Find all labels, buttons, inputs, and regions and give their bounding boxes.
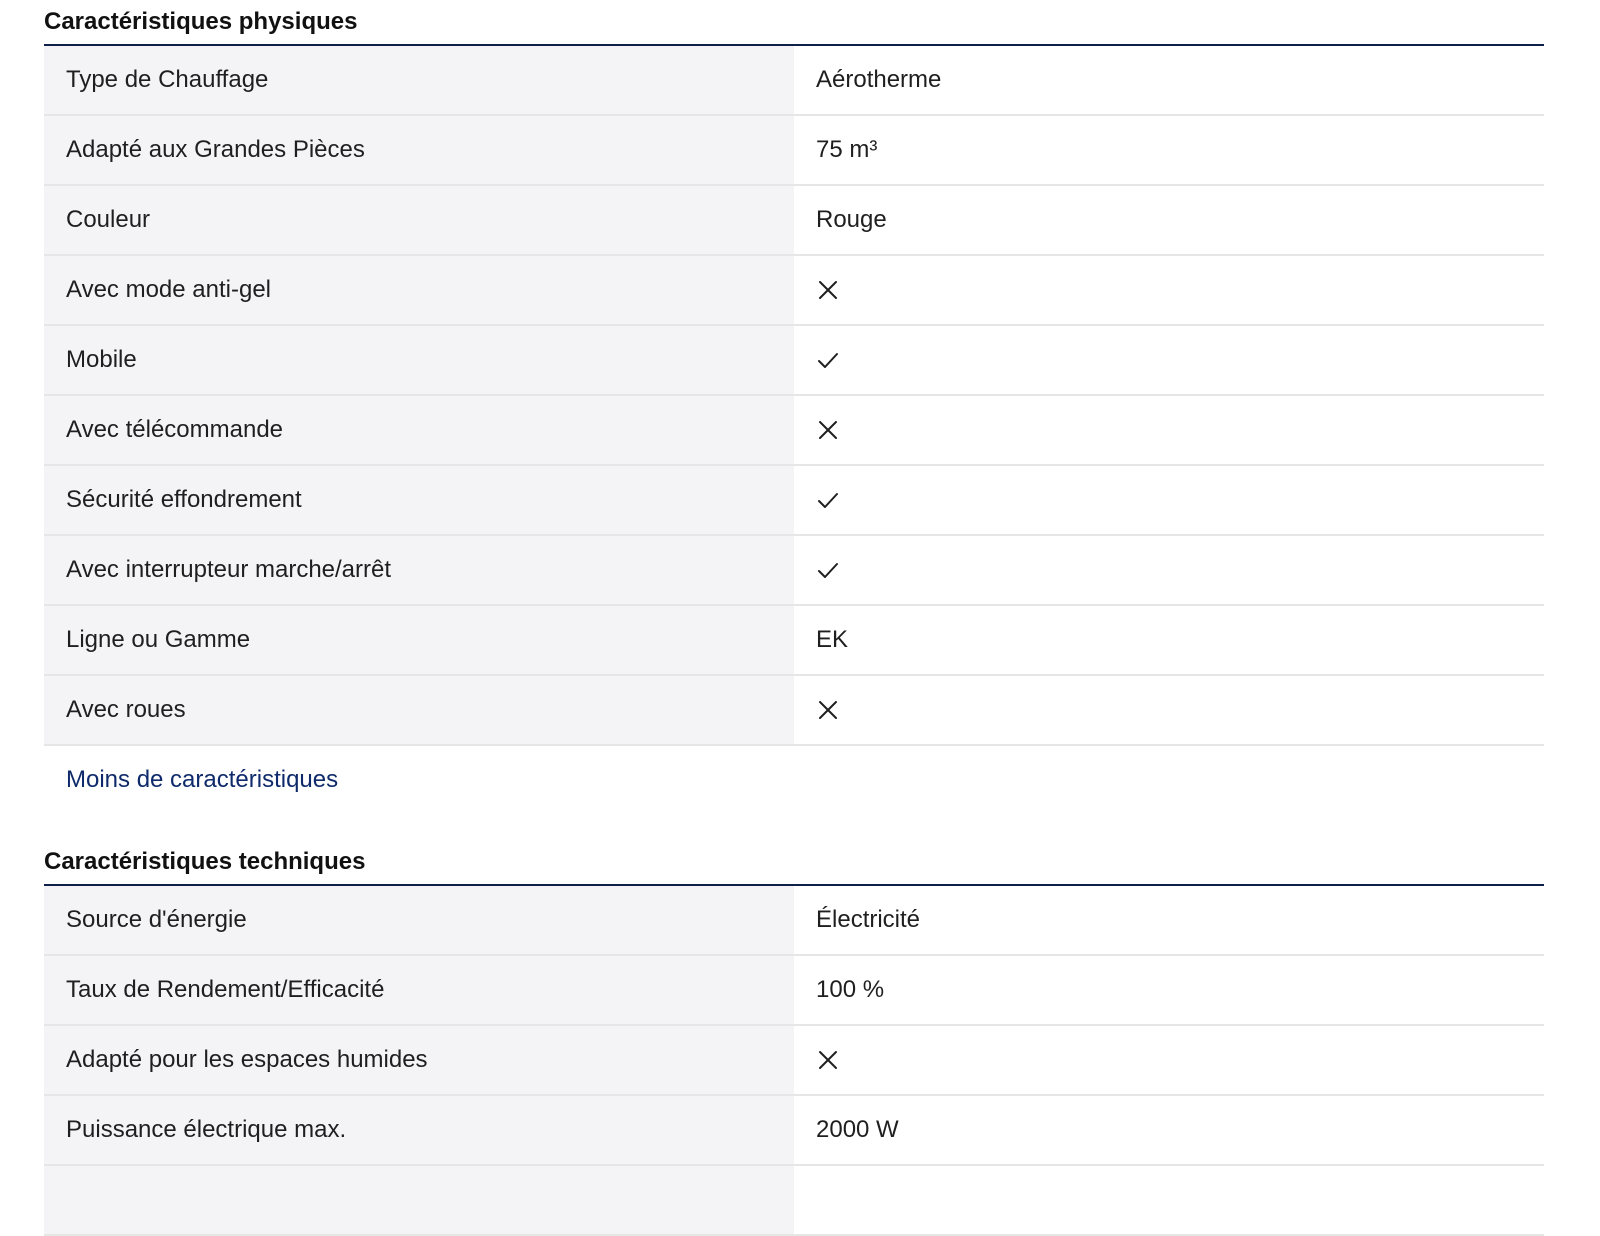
cross-icon [816, 418, 840, 442]
spec-label: Avec télécommande [44, 396, 794, 464]
spec-value [794, 256, 1544, 324]
technical-specs-section: Caractéristiques techniques Source d'éne… [44, 848, 1544, 1236]
spec-value: Aérotherme [816, 66, 942, 93]
physical-specs-section: Caractéristiques physiques Type de Chauf… [44, 8, 1544, 794]
spec-value [794, 466, 1544, 534]
spec-row: Sécurité effondrement [44, 466, 1544, 536]
spec-row: Avec mode anti-gel [44, 256, 1544, 326]
spec-value [794, 1166, 1544, 1234]
section-title: Caractéristiques physiques [44, 8, 1544, 46]
cross-icon [816, 1048, 840, 1072]
spec-label: Couleur [44, 186, 794, 254]
check-icon [816, 488, 840, 512]
spec-label: Type de Chauffage [44, 46, 794, 114]
spec-label: Avec interrupteur marche/arrêt [44, 536, 794, 604]
spec-row: Avec télécommande [44, 396, 1544, 466]
spec-value [794, 1026, 1544, 1094]
spec-value: Électricité [816, 906, 921, 933]
spec-row: Puissance électrique max. 2000 W [44, 1096, 1544, 1166]
check-icon [816, 348, 840, 372]
spec-value: 75 m³ [816, 136, 878, 163]
spec-row: Avec interrupteur marche/arrêt [44, 536, 1544, 606]
spec-row: Adapté aux Grandes Pièces 75 m³ [44, 116, 1544, 186]
spec-label: Source d'énergie [44, 886, 794, 954]
spec-row: Couleur Rouge [44, 186, 1544, 256]
spec-label: Adapté aux Grandes Pièces [44, 116, 794, 184]
spec-row: Ligne ou Gamme EK [44, 606, 1544, 676]
spec-label: Puissance électrique max. [44, 1096, 794, 1164]
section-title: Caractéristiques techniques [44, 848, 1544, 886]
spec-table: Type de Chauffage Aérotherme Adapté aux … [44, 46, 1544, 746]
cross-icon [816, 278, 840, 302]
spec-row: Taux de Rendement/Efficacité 100 % [44, 956, 1544, 1026]
spec-row: Source d'énergie Électricité [44, 886, 1544, 956]
spec-row: Avec roues [44, 676, 1544, 746]
product-spec-page: Caractéristiques physiques Type de Chauf… [0, 0, 1600, 1236]
cross-icon [816, 698, 840, 722]
spec-table: Source d'énergie Électricité Taux de Ren… [44, 886, 1544, 1236]
spec-value: EK [816, 626, 849, 653]
spec-label: Avec mode anti-gel [44, 256, 794, 324]
spec-row-partial [44, 1166, 1544, 1236]
spec-value [794, 676, 1544, 744]
spec-label: Mobile [44, 326, 794, 394]
spec-row: Mobile [44, 326, 1544, 396]
spec-value [794, 396, 1544, 464]
spec-row: Type de Chauffage Aérotherme [44, 46, 1544, 116]
spec-value [794, 326, 1544, 394]
spec-label: Adapté pour les espaces humides [44, 1026, 794, 1094]
spec-label: Sécurité effondrement [44, 466, 794, 534]
spec-row: Adapté pour les espaces humides [44, 1026, 1544, 1096]
spec-value: 100 % [816, 976, 885, 1003]
spec-label: Taux de Rendement/Efficacité [44, 956, 794, 1024]
spec-label: Ligne ou Gamme [44, 606, 794, 674]
spec-label: Avec roues [44, 676, 794, 744]
spec-value: Rouge [816, 206, 887, 233]
less-features-link[interactable]: Moins de caractéristiques [66, 766, 338, 794]
spec-value [794, 536, 1544, 604]
spec-value: 2000 W [816, 1116, 899, 1143]
check-icon [816, 558, 840, 582]
spec-label [44, 1166, 794, 1234]
